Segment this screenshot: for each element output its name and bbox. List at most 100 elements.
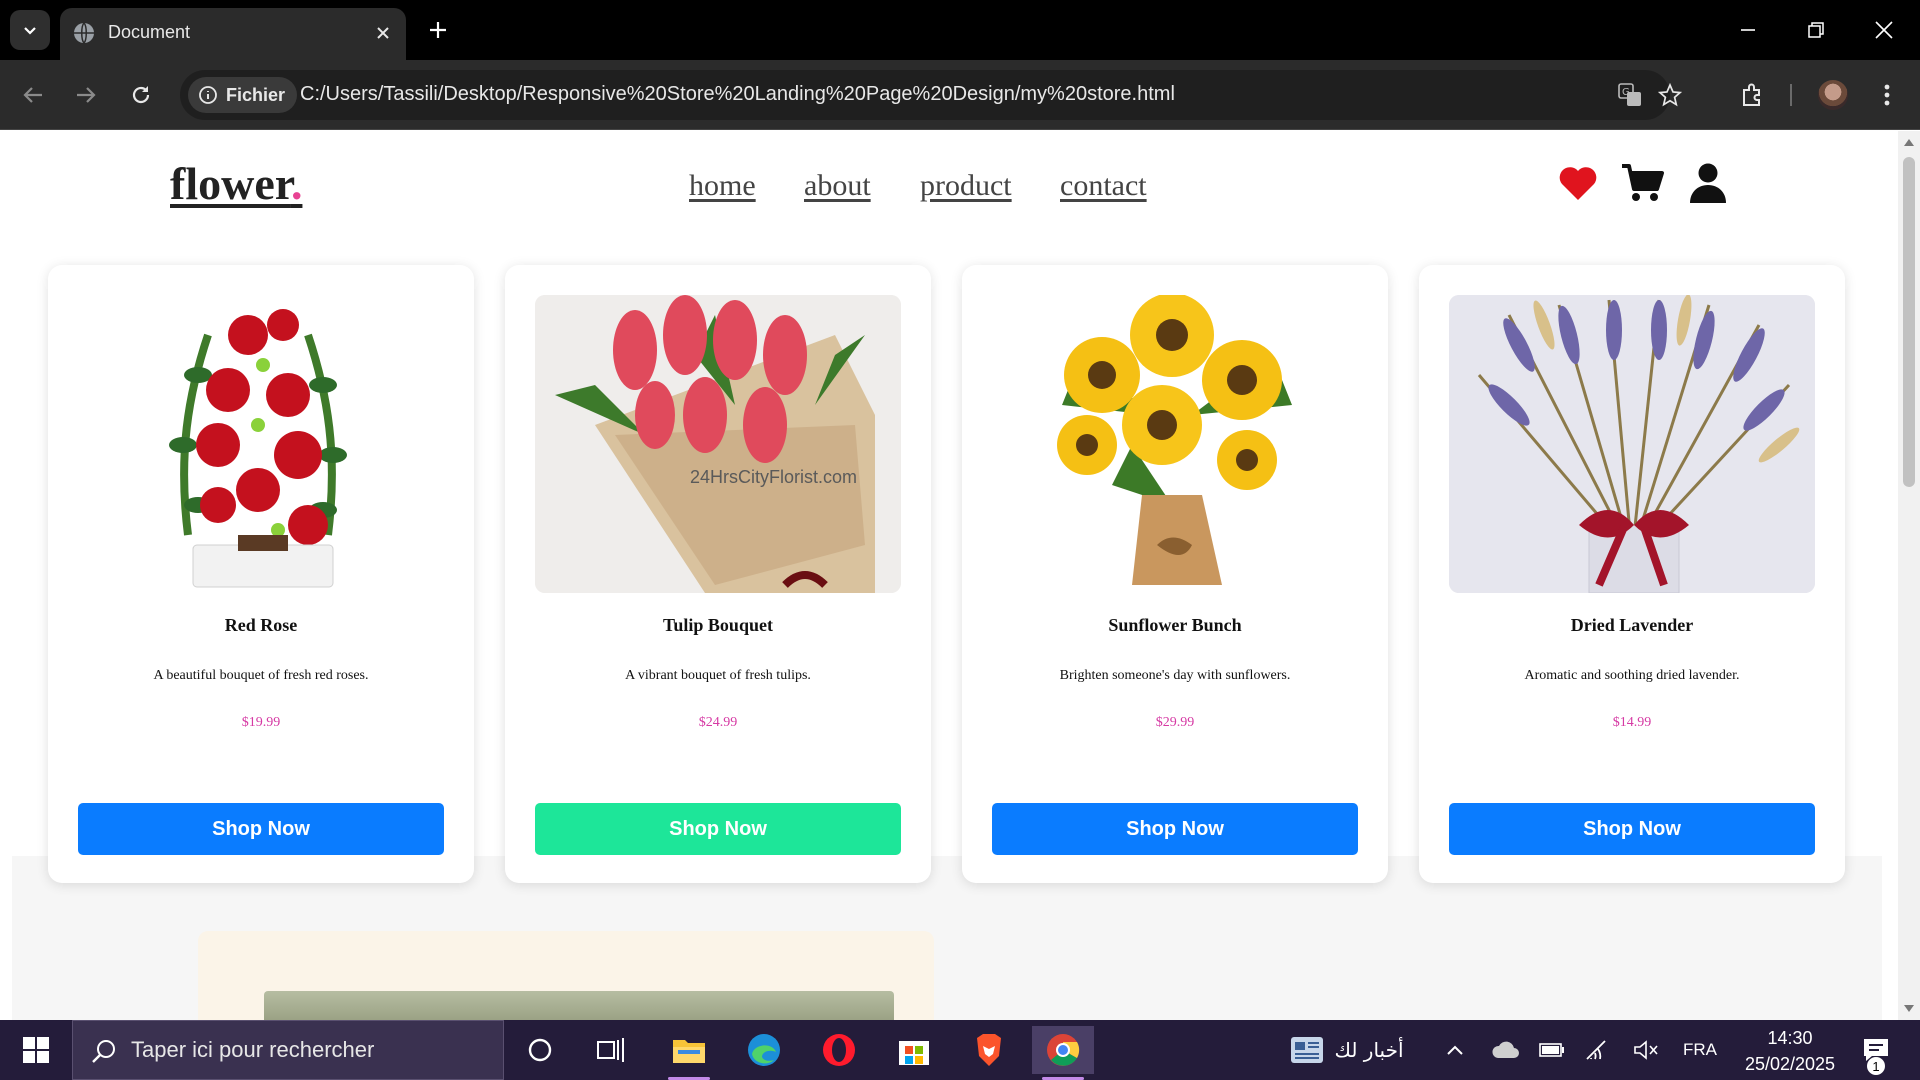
forward-button[interactable]	[66, 75, 106, 115]
scroll-down-arrow[interactable]	[1904, 1005, 1914, 1012]
network-button[interactable]	[1580, 1020, 1616, 1080]
page-scrollbar[interactable]	[1898, 131, 1920, 1020]
cart-icon	[1622, 164, 1664, 201]
cortana-icon	[528, 1038, 552, 1062]
restore-button[interactable]	[1782, 0, 1850, 60]
chrome-button[interactable]	[1032, 1026, 1094, 1080]
close-icon	[377, 27, 389, 39]
onedrive-button[interactable]	[1488, 1020, 1524, 1080]
microsoft-store-button[interactable]	[883, 1026, 945, 1074]
shop-now-button[interactable]: Shop Now	[992, 803, 1358, 855]
browser-tab-strip: Document	[0, 0, 1920, 60]
nav-link-about[interactable]: about	[804, 169, 871, 203]
minimize-button[interactable]	[1714, 0, 1782, 60]
browser-tab[interactable]: Document	[60, 8, 406, 60]
shop-now-button[interactable]: Shop Now	[535, 803, 901, 855]
brave-icon	[977, 1034, 1001, 1066]
site-info-chip[interactable]: Fichier	[188, 77, 298, 113]
product-card: Red Rose A beautiful bouquet of fresh re…	[48, 265, 474, 883]
product-image-tulip-bouquet: 24HrsCityFlorist.com	[535, 295, 901, 593]
product-image-red-rose	[78, 295, 444, 593]
profile-avatar[interactable]	[1818, 80, 1848, 110]
new-tab-button[interactable]	[422, 14, 454, 46]
taskbar-search-box[interactable]: Taper ici pour rechercher	[72, 1020, 504, 1080]
site-info-label: Fichier	[226, 84, 286, 105]
bookmark-button[interactable]	[1656, 81, 1684, 109]
restore-icon	[1808, 22, 1824, 38]
news-icon	[1291, 1037, 1324, 1063]
news-widget[interactable]: أخبار لك	[1282, 1020, 1412, 1080]
nav-link-contact[interactable]: contact	[1060, 169, 1147, 203]
wishlist-button[interactable]	[1556, 161, 1600, 205]
product-price: $24.99	[698, 715, 738, 730]
page-viewport: flower. home about product contact Red R…	[0, 131, 1898, 1020]
volume-muted-icon	[1634, 1040, 1658, 1060]
taskbar-clock[interactable]: 14:30 25/02/2025	[1730, 1025, 1850, 1077]
account-button[interactable]	[1686, 161, 1730, 205]
cortana-button[interactable]	[509, 1026, 571, 1074]
search-icon	[92, 1040, 115, 1063]
opera-button[interactable]	[808, 1026, 870, 1074]
product-card: Sunflower Bunch Brighten someone's day w…	[962, 265, 1388, 883]
product-description: Brighten someone's day with sunflowers.	[1059, 668, 1291, 683]
wifi-icon	[1586, 1040, 1606, 1060]
nav-link-product[interactable]: product	[920, 169, 1012, 203]
show-hidden-icons-button[interactable]	[1440, 1020, 1470, 1080]
task-view-button[interactable]	[580, 1026, 642, 1074]
reload-button[interactable]	[121, 75, 161, 115]
svg-text:G: G	[1622, 87, 1630, 98]
product-description: A beautiful bouquet of fresh red roses.	[153, 668, 369, 683]
plus-icon	[430, 22, 446, 38]
volume-button[interactable]	[1628, 1020, 1664, 1080]
edge-button[interactable]	[733, 1026, 795, 1074]
task-view-icon	[597, 1038, 624, 1062]
arrow-right-icon	[77, 87, 96, 103]
brave-button[interactable]	[958, 1026, 1020, 1074]
chevron-up-icon	[1447, 1045, 1463, 1055]
translate-button[interactable]: G	[1616, 81, 1644, 109]
product-name: Dried Lavender	[1570, 615, 1694, 635]
extensions-button[interactable]	[1733, 75, 1773, 115]
back-button[interactable]	[13, 75, 53, 115]
product-price: $14.99	[1612, 715, 1652, 730]
battery-button[interactable]	[1534, 1020, 1570, 1080]
windows-icon	[23, 1037, 49, 1063]
site-logo[interactable]: flower.	[170, 157, 302, 210]
arrow-left-icon	[23, 87, 42, 103]
tab-search-button[interactable]	[10, 10, 50, 50]
notification-count-badge: 1	[1866, 1056, 1886, 1076]
folder-icon	[673, 1040, 705, 1063]
chrome-icon	[1047, 1034, 1080, 1066]
browser-menu-button[interactable]	[1867, 75, 1907, 115]
start-button[interactable]	[14, 1034, 58, 1066]
clock-date: 25/02/2025	[1744, 1054, 1836, 1074]
scrollbar-thumb[interactable]	[1903, 157, 1915, 487]
nav-link-home[interactable]: home	[689, 169, 756, 203]
globe-icon	[74, 22, 94, 44]
translate-icon: G	[1618, 83, 1641, 106]
featured-section-card	[198, 931, 934, 1020]
scroll-up-arrow[interactable]	[1904, 139, 1914, 146]
product-image-sunflower-bunch	[992, 295, 1358, 593]
product-card: 24HrsCityFlorist.com Tulip Bouquet A vib…	[505, 265, 931, 883]
shop-now-button[interactable]: Shop Now	[1449, 803, 1815, 855]
product-price: $19.99	[241, 715, 281, 730]
info-icon	[199, 86, 217, 104]
url-text[interactable]: C:/Users/Tassili/Desktop/Responsive%20St…	[300, 83, 1175, 106]
taskbar-search-placeholder: Taper ici pour rechercher	[131, 1037, 375, 1062]
cart-button[interactable]	[1621, 161, 1665, 205]
product-image-dried-lavender	[1449, 295, 1815, 593]
puzzle-icon	[1743, 83, 1760, 106]
address-bar[interactable]: Fichier C:/Users/Tassili/Desktop/Respons…	[180, 70, 1682, 120]
tab-close-button[interactable]	[370, 20, 396, 46]
reload-icon	[132, 86, 150, 104]
image-watermark: 24HrsCityFlorist.com	[690, 467, 858, 487]
toolbar-separator	[1790, 84, 1792, 106]
star-icon	[1658, 83, 1682, 107]
input-language-button[interactable]: FRA	[1676, 1020, 1724, 1080]
file-explorer-button[interactable]	[658, 1026, 720, 1080]
news-label: أخبار لك	[1334, 1038, 1404, 1062]
shop-now-button[interactable]: Shop Now	[78, 803, 444, 855]
close-window-button[interactable]	[1850, 0, 1918, 60]
product-price: $29.99	[1155, 715, 1195, 730]
